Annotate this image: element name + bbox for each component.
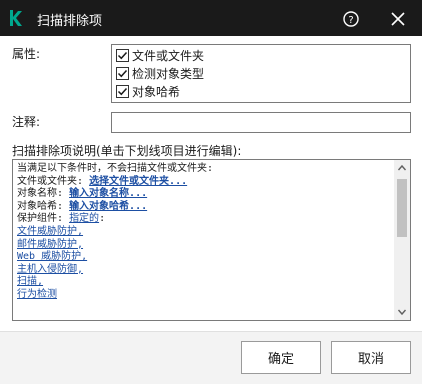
attribute-object-hash[interactable]: 对象哈希: [116, 83, 180, 100]
kaspersky-logo-icon: [10, 10, 22, 26]
protection-components-label: 保护组件:: [17, 213, 64, 225]
component-scan-link[interactable]: 扫描,: [17, 276, 43, 287]
checkbox[interactable]: [116, 49, 129, 62]
comment-input[interactable]: [111, 112, 411, 133]
exclusion-description-panel: 当满足以下条件时，不会扫描文件或文件夹: 文件或文件夹: 选择文件或文件夹...…: [12, 159, 411, 321]
component-host-intrusion-prevention-link[interactable]: 主机入侵防御,: [17, 264, 83, 275]
component-mail-threat-protection-link[interactable]: 邮件威胁防护,: [17, 239, 83, 250]
attribute-detected-object-type[interactable]: 检测对象类型: [116, 65, 204, 82]
component-item: 行为检测: [17, 289, 392, 302]
file-label: 文件或文件夹:: [17, 175, 84, 187]
select-file-link[interactable]: 选择文件或文件夹...: [89, 176, 187, 187]
checkbox-label: 文件或文件夹: [132, 49, 205, 63]
description-label: 扫描排除项说明(单击下划线项目进行编辑):: [12, 144, 242, 158]
close-icon: [391, 12, 405, 26]
attribute-file-or-folder[interactable]: 文件或文件夹: [116, 47, 204, 64]
description-protection-row: 保护组件: 指定的:: [17, 213, 392, 226]
svg-text:?: ?: [348, 15, 353, 26]
enter-object-name-link[interactable]: 输入对象名称...: [69, 188, 147, 199]
protection-suffix: :: [99, 213, 106, 225]
comment-label: 注释:: [12, 115, 41, 129]
component-item: 邮件威胁防护,: [17, 239, 392, 252]
object-hash-label: 对象哈希:: [17, 200, 64, 212]
vertical-scrollbar[interactable]: [394, 160, 410, 320]
scroll-up-arrow-icon: [397, 164, 407, 171]
checkbox-label: 对象哈希: [132, 85, 181, 99]
scroll-up-button[interactable]: [394, 160, 410, 176]
component-file-threat-protection-link[interactable]: 文件威胁防护,: [17, 226, 83, 237]
window-title: 扫描排除项: [37, 14, 103, 29]
attributes-label: 属性:: [12, 47, 41, 61]
scroll-thumb[interactable]: [397, 179, 407, 237]
checkbox-label: 检测对象类型: [132, 67, 205, 81]
component-web-threat-protection-link[interactable]: Web 威胁防护,: [17, 251, 87, 262]
help-button[interactable]: ?: [340, 8, 362, 30]
component-item: 文件威胁防护,: [17, 226, 392, 239]
component-behavior-detection-link[interactable]: 行为检测: [17, 289, 57, 300]
object-name-label: 对象名称:: [17, 188, 64, 200]
checkbox[interactable]: [116, 85, 129, 98]
title-bar: 扫描排除项 ?: [0, 0, 422, 36]
description-intro: 当满足以下条件时，不会扫描文件或文件夹:: [17, 163, 214, 174]
check-icon: [117, 51, 128, 60]
description-object-hash-row: 对象哈希: 输入对象哈希...: [17, 201, 392, 214]
close-button[interactable]: [387, 8, 409, 30]
check-icon: [117, 69, 128, 78]
description-file-row: 文件或文件夹: 选择文件或文件夹...: [17, 176, 392, 189]
check-icon: [117, 87, 128, 96]
scroll-down-arrow-icon: [397, 309, 407, 316]
ok-button[interactable]: 确定: [241, 341, 321, 374]
checkbox[interactable]: [116, 67, 129, 80]
cancel-button[interactable]: 取消: [331, 341, 411, 374]
component-item: 扫描,: [17, 276, 392, 289]
specified-components-link[interactable]: 指定的: [69, 213, 99, 224]
description-content: 当满足以下条件时，不会扫描文件或文件夹: 文件或文件夹: 选择文件或文件夹...…: [17, 163, 392, 302]
attributes-list: 文件或文件夹 检测对象类型 对象哈希: [111, 44, 411, 103]
help-icon: ?: [343, 11, 359, 27]
dialog-footer: 确定 取消: [0, 331, 422, 384]
component-item: 主机入侵防御,: [17, 264, 392, 277]
enter-object-hash-link[interactable]: 输入对象哈希...: [69, 201, 147, 212]
scroll-down-button[interactable]: [394, 304, 410, 320]
description-object-name-row: 对象名称: 输入对象名称...: [17, 188, 392, 201]
component-item: Web 威胁防护,: [17, 251, 392, 264]
